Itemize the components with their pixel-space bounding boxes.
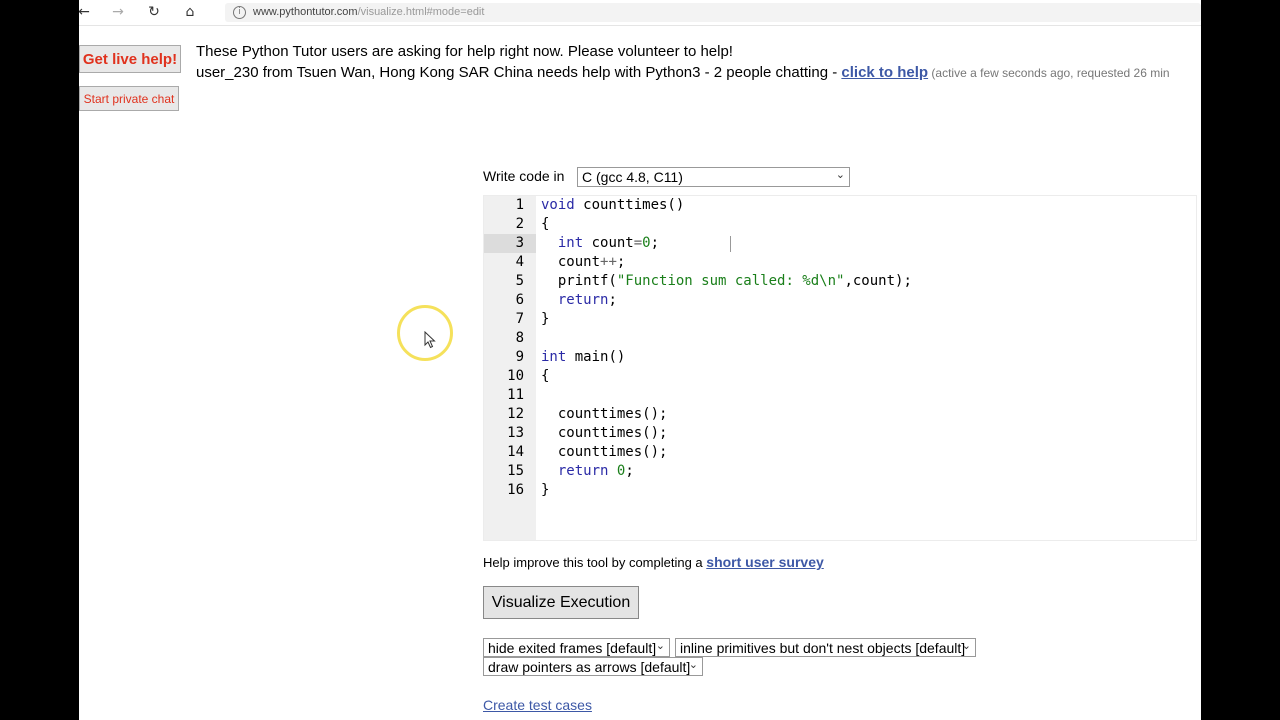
click-to-help-link[interactable]: click to help	[841, 64, 928, 81]
code-line[interactable]: 10 {	[484, 367, 1196, 386]
help-request-status: (active a few seconds ago, requested 26 …	[928, 66, 1170, 80]
line-number: 2	[515, 216, 524, 232]
line-number: 11	[507, 387, 524, 403]
chevron-down-icon: ⌄	[655, 639, 665, 652]
line-number: 9	[515, 349, 524, 365]
chevron-down-icon: ⌄	[961, 639, 971, 652]
code-text: counttimes();	[557, 444, 668, 460]
pointers-option-select[interactable]: draw pointers as arrows [default] ⌄	[483, 657, 703, 676]
back-arrow-icon[interactable]: ←	[79, 2, 95, 22]
chevron-down-icon: ⌄	[688, 658, 698, 671]
frames-option-select[interactable]: hide exited frames [default] ⌄	[483, 638, 670, 657]
code-line[interactable]: 1 void counttimes()	[484, 196, 1196, 215]
mouse-pointer-icon	[424, 331, 436, 349]
line-number: 4	[515, 254, 524, 270]
code-text: {	[541, 368, 550, 384]
primitives-option-select[interactable]: inline primitives but don't nest objects…	[675, 638, 976, 657]
frames-option-value: hide exited frames [default]	[488, 640, 657, 656]
pointers-option-value: draw pointers as arrows [default]	[488, 659, 691, 675]
line-number: 8	[515, 330, 524, 346]
help-request-banner: These Python Tutor users are asking for …	[196, 43, 733, 60]
language-selected-value: C (gcc 4.8, C11)	[582, 169, 683, 185]
survey-prompt: Help improve this tool by completing a s…	[483, 554, 824, 570]
line-number: 16	[507, 482, 524, 498]
code-text: }	[541, 311, 550, 327]
forward-arrow-icon[interactable]: →	[107, 2, 129, 22]
start-private-chat-button[interactable]: Start private chat	[79, 86, 179, 111]
code-line[interactable]: 6 return;	[484, 291, 1196, 310]
code-text: counttimes();	[557, 425, 668, 441]
code-line[interactable]: 5 printf("Function sum called: %d\n",cou…	[484, 272, 1196, 291]
code-text: void counttimes()	[541, 197, 685, 213]
line-number: 12	[507, 406, 524, 422]
browser-toolbar: ← → ↻ ⌂ i www.pythontutor.com/visualize.…	[79, 0, 1201, 26]
home-icon[interactable]: ⌂	[179, 2, 201, 22]
line-number: 14	[507, 444, 524, 460]
code-text: printf("Function sum called: %d\n",count…	[557, 273, 912, 289]
line-number: 10	[507, 368, 524, 384]
code-text: count++;	[557, 254, 626, 270]
code-line[interactable]: 11	[484, 386, 1196, 405]
line-number: 1	[515, 197, 524, 213]
create-test-cases-link[interactable]: Create test cases	[483, 697, 592, 713]
code-line[interactable]: 16 }	[484, 481, 1196, 500]
line-number: 6	[515, 292, 524, 308]
line-number: 7	[515, 311, 524, 327]
info-icon[interactable]: i	[233, 6, 246, 19]
address-bar[interactable]: i www.pythontutor.com/visualize.html#mod…	[225, 3, 1201, 22]
help-request-entry: user_230 from Tsuen Wan, Hong Kong SAR C…	[196, 64, 1170, 81]
code-text: return;	[557, 292, 617, 308]
get-live-help-button[interactable]: Get live help!	[79, 45, 181, 73]
code-text: int main()	[541, 349, 626, 365]
code-text: {	[541, 216, 550, 232]
line-number: 3	[515, 235, 524, 251]
code-line[interactable]: 2 {	[484, 215, 1196, 234]
code-line-active[interactable]: 3 int count=0;	[484, 234, 1196, 253]
code-editor[interactable]: 1 void counttimes() 2 { 3 int count=0; 4…	[483, 195, 1197, 541]
line-number: 15	[507, 463, 524, 479]
browser-page: ← → ↻ ⌂ i www.pythontutor.com/visualize.…	[79, 0, 1201, 720]
code-line[interactable]: 14 counttimes();	[484, 443, 1196, 462]
code-text: }	[541, 482, 550, 498]
text-cursor	[730, 236, 731, 252]
chevron-down-icon: ⌄	[835, 168, 845, 181]
line-number: 5	[515, 273, 524, 289]
url-text: www.pythontutor.com/visualize.html#mode=…	[253, 6, 485, 18]
language-select[interactable]: C (gcc 4.8, C11) ⌄	[577, 167, 850, 187]
refresh-icon[interactable]: ↻	[143, 2, 165, 22]
language-label: Write code in	[483, 168, 565, 184]
visualize-execution-button[interactable]: Visualize Execution	[483, 586, 639, 619]
code-line[interactable]: 4 count++;	[484, 253, 1196, 272]
survey-link[interactable]: short user survey	[706, 554, 824, 570]
line-number: 13	[507, 425, 524, 441]
code-line[interactable]: 9 int main()	[484, 348, 1196, 367]
help-request-text: user_230 from Tsuen Wan, Hong Kong SAR C…	[196, 64, 842, 81]
code-text: counttimes();	[557, 406, 668, 422]
code-line[interactable]: 7 }	[484, 310, 1196, 329]
code-text: int count=0;	[557, 235, 660, 251]
code-line[interactable]: 13 counttimes();	[484, 424, 1196, 443]
primitives-option-value: inline primitives but don't nest objects…	[680, 640, 966, 656]
code-line[interactable]: 15 return 0;	[484, 462, 1196, 481]
code-text: return 0;	[557, 463, 634, 479]
code-line[interactable]: 8	[484, 329, 1196, 348]
code-line[interactable]: 12 counttimes();	[484, 405, 1196, 424]
